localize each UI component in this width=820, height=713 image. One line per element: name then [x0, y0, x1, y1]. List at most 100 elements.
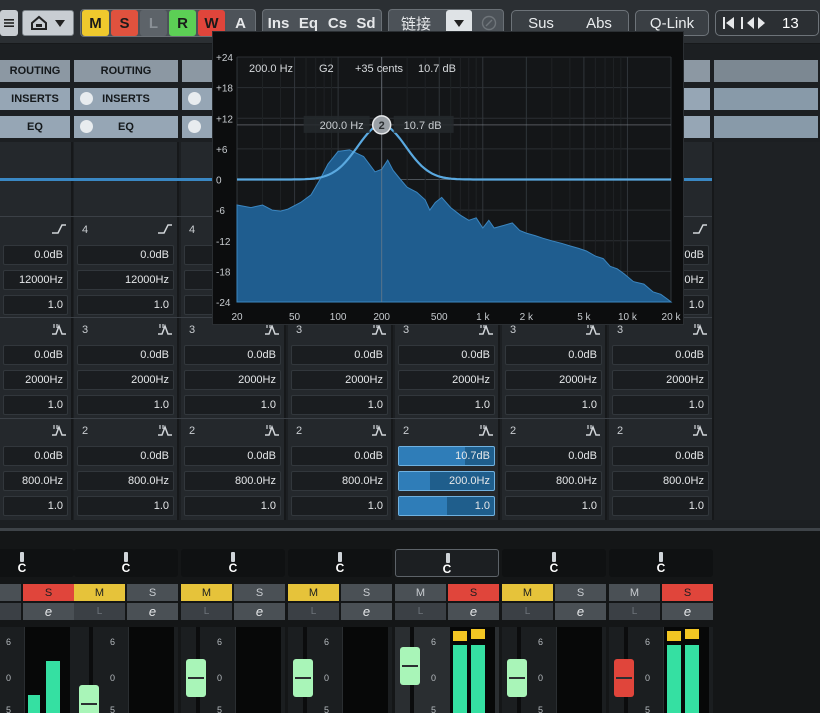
edit-channel-button[interactable]: e [234, 603, 285, 620]
solo-button[interactable]: S [234, 584, 285, 601]
listen-button[interactable]: L [288, 603, 339, 620]
inserts-button-1[interactable]: INSERTS [0, 88, 72, 110]
peak-filter-icon[interactable] [264, 423, 280, 437]
first-channel-icon[interactable] [722, 15, 744, 31]
edit-channel-button[interactable]: e [341, 603, 392, 620]
gain-field[interactable]: 0.0dB [291, 446, 388, 466]
peak-filter-icon[interactable] [478, 423, 494, 437]
frequency-field[interactable]: 2000Hz [398, 370, 495, 390]
listen-button[interactable]: L [181, 603, 232, 620]
pan-control[interactable]: C [74, 549, 178, 577]
q-field[interactable]: 1.0 [184, 496, 281, 516]
inserts-button-7[interactable] [684, 88, 712, 110]
solo-button[interactable]: S [555, 584, 606, 601]
pan-control[interactable]: C [181, 549, 285, 577]
mute-button[interactable]: M [395, 584, 446, 601]
frequency-field[interactable]: 2000Hz [77, 370, 174, 390]
frequency-field[interactable]: 2000Hz [505, 370, 602, 390]
eq-button-2[interactable]: EQ [74, 116, 180, 138]
edit-channel-button[interactable]: e [127, 603, 178, 620]
eq-bypass-indicator[interactable] [188, 120, 201, 133]
fader-handle[interactable] [400, 647, 420, 685]
frequency-field[interactable]: 800.0Hz [612, 471, 709, 491]
solo-button[interactable]: S [448, 584, 499, 601]
gain-field[interactable]: 0.0dB [3, 345, 68, 365]
q-field[interactable]: 1.0 [3, 395, 68, 415]
peak-filter-icon[interactable] [157, 423, 173, 437]
q-field[interactable]: 1.0 [505, 496, 602, 516]
high-shelf-icon[interactable] [157, 222, 173, 236]
peak-filter-icon[interactable] [51, 322, 67, 336]
frequency-field[interactable]: 200.0Hz [398, 471, 495, 491]
mute-button[interactable]: M [74, 584, 125, 601]
frequency-field[interactable]: 2000Hz [612, 370, 709, 390]
peak-filter-icon[interactable] [157, 322, 173, 336]
gain-field[interactable]: 0.0dB [77, 446, 174, 466]
q-field[interactable]: 1.0 [398, 496, 495, 516]
eq-bypass-indicator[interactable] [80, 120, 93, 133]
fader-handle[interactable] [79, 685, 99, 713]
mute-button[interactable]: M [502, 584, 553, 601]
gain-field[interactable]: 10.7dB [398, 446, 495, 466]
edit-channel-button[interactable]: e [448, 603, 499, 620]
q-field[interactable]: 1.0 [77, 496, 174, 516]
mute-button[interactable]: M [609, 584, 660, 601]
solo-button[interactable]: S [662, 584, 713, 601]
edit-channel-button[interactable]: e [555, 603, 606, 620]
gain-field[interactable]: 0.0dB [184, 446, 281, 466]
gain-field[interactable]: 0.0dB [77, 345, 174, 365]
gain-field[interactable]: 0.0dB [77, 245, 174, 265]
inserts-button-3[interactable] [182, 88, 214, 110]
q-field[interactable]: 1.0 [505, 395, 602, 415]
peak-filter-icon[interactable] [371, 423, 387, 437]
q-field[interactable]: 1.0 [291, 496, 388, 516]
fader-handle[interactable] [507, 659, 527, 697]
frequency-field[interactable]: 800.0Hz [505, 471, 602, 491]
pan-control[interactable]: C [609, 549, 713, 577]
eq-button-7[interactable] [684, 116, 712, 138]
eq-display-popup[interactable]: +24 +18 +12 +6 0 -6 -12 -18 -24 20 50 100 200 500 1 k 2… [212, 31, 684, 325]
frequency-field[interactable]: 800.0Hz [291, 471, 388, 491]
peak-filter-icon[interactable] [51, 423, 67, 437]
mute-button[interactable]: M [181, 584, 232, 601]
fader-handle[interactable] [614, 659, 634, 697]
read-automation-button[interactable]: R [169, 10, 196, 36]
eq-graph[interactable]: +24 +18 +12 +6 0 -6 -12 -18 -2420 50 100 200 500 1 k 2… [213, 32, 685, 326]
q-field[interactable]: 1.0 [77, 395, 174, 415]
high-shelf-icon[interactable] [51, 222, 67, 236]
gain-field[interactable]: 0.0dB [3, 245, 68, 265]
gain-field[interactable]: 0.0dB [505, 446, 602, 466]
pan-control[interactable]: C [0, 549, 74, 577]
global-listen-button[interactable]: L [140, 10, 167, 36]
q-field[interactable]: 1.0 [291, 395, 388, 415]
global-solo-button[interactable]: S [111, 10, 138, 36]
routing-button-1[interactable]: ROUTING [0, 60, 72, 82]
edit-channel-button[interactable]: e [662, 603, 713, 620]
q-field[interactable]: 1.0 [398, 395, 495, 415]
fader-handle[interactable] [293, 659, 313, 697]
pan-control[interactable]: C [502, 549, 606, 577]
gain-field[interactable]: 0.0dB [3, 446, 68, 466]
frequency-field[interactable]: 800.0Hz [184, 471, 281, 491]
edit-channel-button[interactable]: e [23, 603, 74, 620]
routing-button-7[interactable] [684, 60, 712, 82]
q-field[interactable]: 1.0 [3, 295, 68, 315]
mute-button[interactable]: M [0, 584, 21, 601]
q-field[interactable]: 1.0 [77, 295, 174, 315]
listen-button[interactable]: L [502, 603, 553, 620]
peak-filter-icon[interactable] [692, 423, 708, 437]
pan-control[interactable]: C [395, 549, 499, 577]
listen-button[interactable]: L [0, 603, 21, 620]
frequency-field[interactable]: 2000Hz [291, 370, 388, 390]
listen-button[interactable]: L [395, 603, 446, 620]
gain-field[interactable]: 0.0dB [398, 345, 495, 365]
window-layout-button[interactable] [22, 10, 74, 36]
listen-button[interactable]: L [609, 603, 660, 620]
gain-field[interactable]: 0.0dB [291, 345, 388, 365]
eq-button-3[interactable] [182, 116, 214, 138]
inserts-button-2[interactable]: INSERTS [74, 88, 180, 110]
frequency-field[interactable]: 2000Hz [184, 370, 281, 390]
routing-button-3[interactable] [182, 60, 214, 82]
listen-button[interactable]: L [74, 603, 125, 620]
inserts-bypass-indicator[interactable] [80, 92, 93, 105]
